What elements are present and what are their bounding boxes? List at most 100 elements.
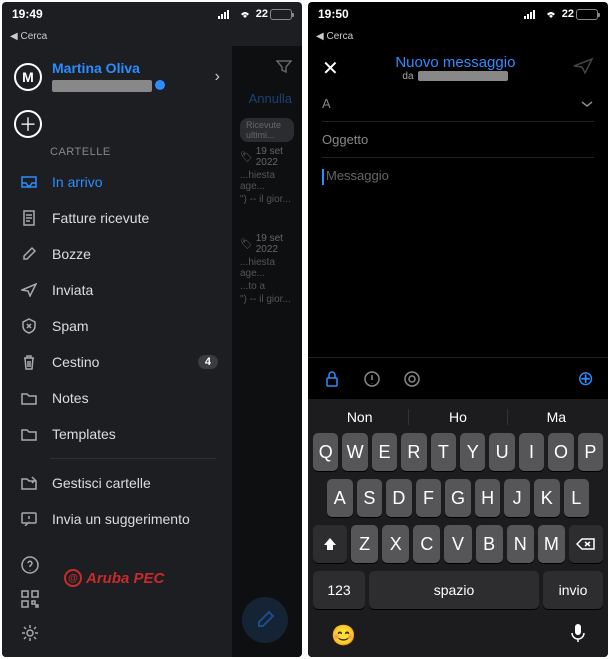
folder-list: In arrivo Fatture ricevute Bozze Inviata… bbox=[2, 164, 232, 545]
attach-add-button[interactable]: ⊕ bbox=[577, 366, 594, 391]
battery-icon: 22 bbox=[562, 8, 598, 20]
manage-folders[interactable]: Gestisci cartelle bbox=[2, 465, 232, 501]
key-backspace[interactable] bbox=[569, 525, 603, 563]
folder-icon bbox=[20, 392, 38, 405]
filter-pill[interactable]: Ricevute ultimi... bbox=[240, 118, 294, 142]
key-e[interactable]: E bbox=[372, 433, 397, 471]
key-x[interactable]: X bbox=[382, 525, 409, 563]
send-feedback[interactable]: Invia un suggerimento bbox=[2, 501, 232, 537]
tag-icon: 🏷 bbox=[240, 152, 253, 163]
message-body-input[interactable]: Messaggio bbox=[308, 158, 608, 357]
key-t[interactable]: T bbox=[431, 433, 456, 471]
key-n[interactable]: N bbox=[507, 525, 534, 563]
suggestion[interactable]: Ma bbox=[508, 409, 605, 425]
inbox-icon bbox=[20, 175, 38, 189]
folder-trash[interactable]: Cestino 4 bbox=[2, 344, 232, 380]
compose-title: Nuovo messaggio da bbox=[339, 54, 572, 82]
folder-inbox[interactable]: In arrivo bbox=[2, 164, 232, 200]
keyboard: Non Ho Ma Q W E R T Y U I O P A S D F G … bbox=[308, 399, 608, 657]
trash-icon bbox=[20, 354, 38, 370]
key-z[interactable]: Z bbox=[351, 525, 378, 563]
aruba-pec-logo: @Aruba PEC bbox=[64, 569, 164, 587]
folder-templates[interactable]: Templates bbox=[2, 416, 232, 452]
status-bar: 19:49 22 bbox=[2, 2, 302, 26]
key-m[interactable]: M bbox=[538, 525, 565, 563]
key-y[interactable]: Y bbox=[460, 433, 485, 471]
folder-icon bbox=[20, 428, 38, 441]
text-cursor bbox=[322, 169, 324, 185]
emoji-button[interactable]: 😊 bbox=[331, 623, 356, 649]
cancel-link[interactable]: Annulla bbox=[249, 91, 292, 106]
key-f[interactable]: F bbox=[416, 479, 442, 517]
key-u[interactable]: U bbox=[489, 433, 514, 471]
settings-icon[interactable] bbox=[20, 623, 40, 643]
key-h[interactable]: H bbox=[475, 479, 501, 517]
key-l[interactable]: L bbox=[564, 479, 590, 517]
key-k[interactable]: K bbox=[534, 479, 560, 517]
key-s[interactable]: S bbox=[357, 479, 383, 517]
subject-field[interactable]: Oggetto bbox=[322, 122, 594, 158]
help-icon[interactable] bbox=[20, 555, 40, 575]
sent-icon bbox=[20, 283, 38, 297]
inbox-peek: Annulla Ricevute ultimi... 🏷19 set 2022 … bbox=[232, 46, 302, 657]
compose-screen: 19:50 22 ◀ Cerca ✕ Nuovo messaggio da A … bbox=[308, 2, 608, 657]
key-space[interactable]: spazio bbox=[369, 571, 539, 609]
signal-icon bbox=[524, 9, 540, 19]
message-preview[interactable]: 🏷19 set 2022 ...hiesta age... ...to a ")… bbox=[240, 233, 294, 305]
lock-icon[interactable] bbox=[322, 369, 342, 389]
user-email-redacted bbox=[52, 80, 152, 92]
key-c[interactable]: C bbox=[413, 525, 440, 563]
key-q[interactable]: Q bbox=[313, 433, 338, 471]
wifi-icon bbox=[544, 9, 558, 19]
key-g[interactable]: G bbox=[445, 479, 471, 517]
feedback-icon bbox=[20, 512, 38, 526]
send-button[interactable] bbox=[572, 57, 594, 80]
key-v[interactable]: V bbox=[444, 525, 471, 563]
key-o[interactable]: O bbox=[548, 433, 573, 471]
key-123[interactable]: 123 bbox=[313, 571, 365, 609]
compose-fab[interactable] bbox=[242, 597, 288, 643]
from-email-redacted bbox=[418, 71, 508, 81]
folder-notes[interactable]: Notes bbox=[2, 380, 232, 416]
filter-icon[interactable] bbox=[276, 59, 292, 78]
receipt-icon bbox=[20, 210, 38, 226]
suggestion[interactable]: Ho bbox=[409, 409, 507, 425]
back-search[interactable]: ◀ Cerca bbox=[10, 31, 47, 42]
avatar: M bbox=[14, 63, 42, 91]
compose-toolbar: ⊕ bbox=[308, 357, 608, 399]
key-j[interactable]: J bbox=[504, 479, 530, 517]
folder-spam[interactable]: Spam bbox=[2, 308, 232, 344]
key-i[interactable]: I bbox=[519, 433, 544, 471]
add-account-button[interactable]: ＋ bbox=[14, 110, 42, 138]
chevron-right-icon: › bbox=[215, 68, 220, 86]
chevron-down-icon[interactable] bbox=[580, 96, 594, 111]
message-preview[interactable]: 🏷19 set 2022 ...hiesta age... ") -- il g… bbox=[240, 146, 294, 205]
receipt-icon[interactable] bbox=[402, 369, 422, 389]
suggestion[interactable]: Non bbox=[311, 409, 409, 425]
key-w[interactable]: W bbox=[342, 433, 367, 471]
spam-icon bbox=[20, 318, 38, 334]
folder-sent[interactable]: Inviata bbox=[2, 272, 232, 308]
key-b[interactable]: B bbox=[476, 525, 503, 563]
account-row[interactable]: M Martina Oliva › bbox=[2, 54, 232, 104]
priority-icon[interactable] bbox=[362, 369, 382, 389]
to-field[interactable]: A bbox=[322, 86, 594, 122]
draft-icon bbox=[20, 246, 38, 262]
key-enter[interactable]: invio bbox=[543, 571, 603, 609]
close-button[interactable]: ✕ bbox=[322, 56, 339, 81]
key-r[interactable]: R bbox=[401, 433, 426, 471]
sidebar: M Martina Oliva › ＋ CARTELLE In arrivo F… bbox=[2, 46, 232, 657]
dictate-button[interactable] bbox=[571, 623, 585, 649]
key-shift[interactable] bbox=[313, 525, 347, 563]
battery-icon: 22 bbox=[256, 8, 292, 20]
folder-invoices[interactable]: Fatture ricevute bbox=[2, 200, 232, 236]
folders-section-label: CARTELLE bbox=[2, 146, 232, 164]
key-p[interactable]: P bbox=[578, 433, 603, 471]
key-d[interactable]: D bbox=[386, 479, 412, 517]
verified-badge-icon bbox=[155, 80, 165, 90]
qr-icon[interactable] bbox=[20, 589, 40, 609]
sidebar-screen: 19:49 22 ◀ Cerca M Martina Oliva › ＋ CAR… bbox=[2, 2, 302, 657]
back-search[interactable]: ◀ Cerca bbox=[316, 31, 353, 42]
key-a[interactable]: A bbox=[327, 479, 353, 517]
folder-drafts[interactable]: Bozze bbox=[2, 236, 232, 272]
